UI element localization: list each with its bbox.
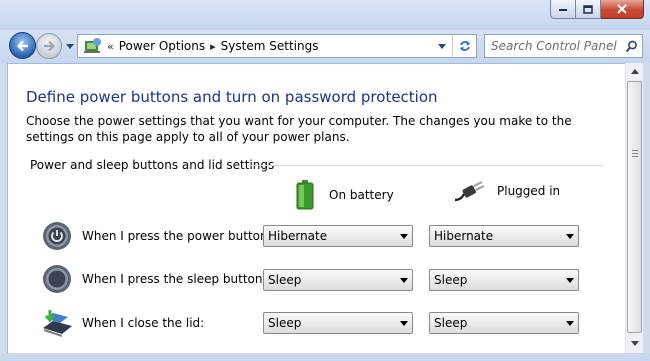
navigation-bar: « Power Options ▸ System Settings Search… — [0, 30, 650, 63]
row-power-button: When I press the power button: — [40, 220, 272, 252]
minimize-icon — [559, 9, 567, 11]
group-label: Power and sleep buttons and lid settings — [30, 158, 275, 172]
row-sleep-button: When I press the sleep button: — [40, 263, 267, 295]
column-header-plugged-in: Plugged in — [454, 180, 560, 202]
minimize-button[interactable] — [550, 0, 576, 19]
chevron-down-icon — [396, 320, 412, 326]
control-panel-icon — [82, 37, 102, 55]
address-dropdown-button[interactable] — [434, 35, 450, 57]
maximize-icon — [583, 4, 593, 14]
forward-arrow-icon — [44, 40, 56, 52]
laptop-lid-icon — [40, 307, 74, 339]
breadcrumb-system-settings[interactable]: System Settings — [221, 39, 319, 53]
select-value: Sleep — [434, 316, 468, 330]
back-button[interactable] — [9, 32, 36, 59]
window-frame-bottom — [0, 353, 650, 361]
close-lid-plugged-in-select[interactable]: Sleep — [429, 312, 579, 334]
close-icon — [617, 4, 627, 14]
scroll-thumb[interactable] — [627, 81, 642, 333]
select-value: Hibernate — [268, 229, 328, 243]
refresh-button[interactable] — [452, 35, 476, 57]
power-button-on-battery-select[interactable]: Hibernate — [263, 225, 413, 247]
page-title: Define power buttons and turn on passwor… — [26, 88, 438, 106]
battery-icon — [296, 180, 314, 210]
breadcrumb-overflow[interactable]: « — [107, 40, 114, 53]
page-description: Choose the power settings that you want … — [26, 114, 572, 144]
close-button[interactable] — [601, 0, 644, 19]
close-lid-on-battery-select[interactable]: Sleep — [263, 312, 413, 334]
search-input[interactable]: Search Control Panel — [485, 39, 620, 53]
address-bar[interactable]: « Power Options ▸ System Settings — [77, 34, 477, 58]
select-value: Sleep — [268, 316, 302, 330]
chevron-down-icon — [396, 233, 412, 239]
power-button-plugged-in-select[interactable]: Hibernate — [429, 225, 579, 247]
chevron-down-icon — [396, 277, 412, 283]
maximize-button[interactable] — [576, 0, 601, 19]
chevron-down-icon — [630, 341, 639, 346]
breadcrumb-power-options[interactable]: Power Options — [119, 39, 205, 53]
select-value: Sleep — [434, 273, 468, 287]
sleep-button-plugged-in-select[interactable]: Sleep — [429, 269, 579, 291]
chevron-up-icon — [630, 69, 639, 74]
scroll-down-button[interactable] — [626, 335, 643, 352]
title-bar — [0, 0, 650, 30]
refresh-icon — [459, 41, 470, 51]
power-button-icon — [40, 220, 74, 252]
chevron-down-icon — [65, 43, 74, 49]
row-label: When I press the sleep button: — [82, 272, 267, 286]
grip-icon — [632, 150, 638, 159]
column-label-on-battery: On battery — [329, 188, 394, 202]
search-icon[interactable] — [620, 40, 642, 53]
forward-button[interactable] — [36, 33, 62, 59]
scroll-up-button[interactable] — [626, 63, 643, 80]
group-divider — [248, 165, 603, 166]
search-box[interactable]: Search Control Panel — [484, 34, 643, 58]
vertical-scrollbar[interactable] — [625, 63, 643, 353]
select-value: Hibernate — [434, 229, 494, 243]
column-header-on-battery: On battery — [296, 180, 394, 210]
column-label-plugged-in: Plugged in — [497, 184, 561, 198]
power-plug-icon — [454, 180, 486, 202]
chevron-down-icon — [562, 320, 578, 326]
back-arrow-icon — [16, 40, 28, 51]
caption-buttons — [550, 0, 644, 19]
sleep-button-on-battery-select[interactable]: Sleep — [263, 269, 413, 291]
recent-pages-dropdown[interactable] — [65, 42, 74, 50]
chevron-down-icon — [438, 43, 446, 49]
select-value: Sleep — [268, 273, 302, 287]
chevron-down-icon — [562, 277, 578, 283]
row-label: When I close the lid: — [82, 316, 205, 330]
chevron-down-icon — [562, 233, 578, 239]
content-pane: Define power buttons and turn on passwor… — [7, 63, 625, 353]
breadcrumb-separator-icon[interactable]: ▸ — [210, 40, 216, 53]
row-close-lid: When I close the lid: — [40, 307, 204, 339]
row-label: When I press the power button: — [82, 229, 272, 243]
sleep-button-icon — [40, 263, 74, 295]
